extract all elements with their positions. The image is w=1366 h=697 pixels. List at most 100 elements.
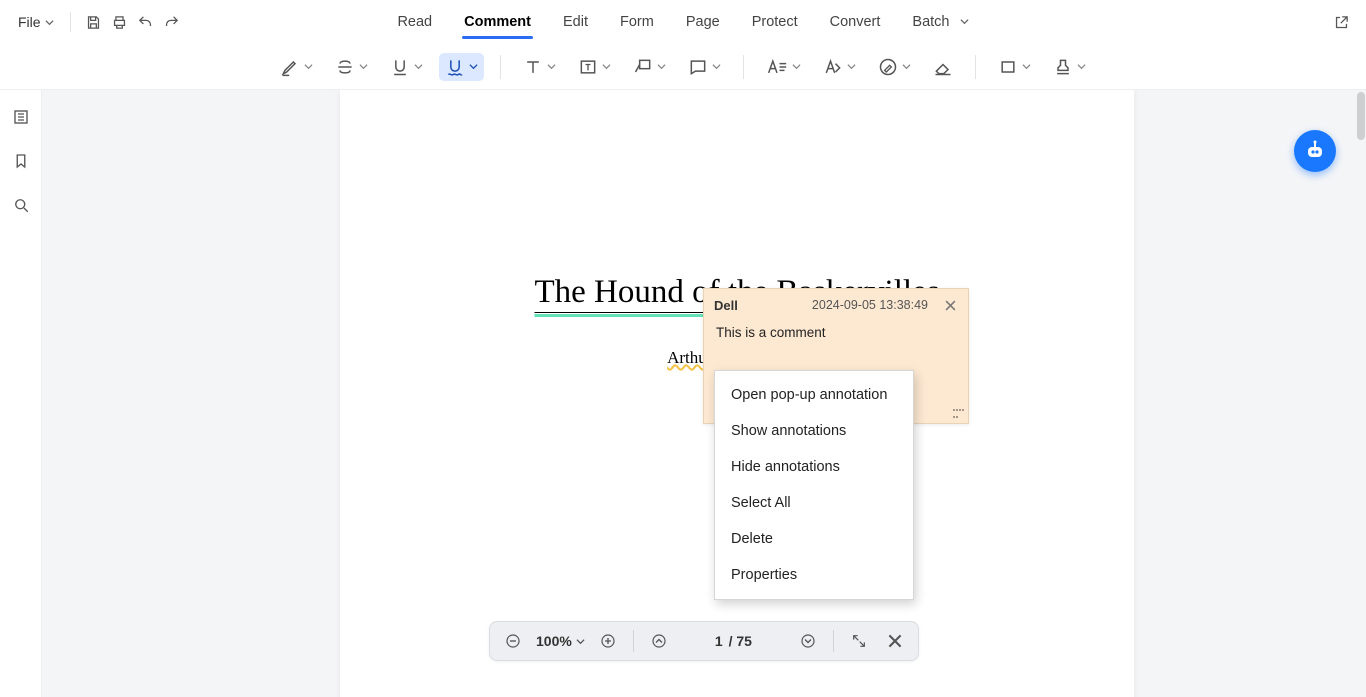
document-page: The Hound of the Baskervilles Arthur Con… (340, 90, 1134, 697)
ctx-hide-annotations[interactable]: Hide annotations (715, 449, 913, 485)
document-area[interactable]: The Hound of the Baskervilles Arthur Con… (42, 90, 1366, 697)
comment-toolbar (0, 44, 1366, 90)
print-icon (111, 14, 128, 31)
separator (833, 630, 834, 652)
separator (743, 55, 744, 79)
next-page-button[interactable] (795, 628, 821, 654)
chevron-down-icon (847, 62, 856, 71)
chevron-down-icon (1022, 62, 1031, 71)
ctx-item-label: Show annotations (731, 423, 846, 439)
insert-text-tool[interactable] (760, 53, 807, 81)
page-indicator[interactable]: 1 / 75 (715, 633, 752, 649)
rectangle-icon (998, 57, 1018, 77)
strikethrough-tool[interactable] (329, 53, 374, 81)
textbox-tool[interactable] (572, 53, 617, 81)
replace-text-tool[interactable] (817, 53, 862, 81)
close-icon (888, 634, 902, 648)
view-bottom-bar: 100% 1 / 75 (489, 621, 919, 661)
search-panel-button[interactable] (8, 192, 34, 218)
ctx-delete[interactable]: Delete (715, 521, 913, 557)
insert-text-icon (766, 57, 788, 77)
tab-label: Read (397, 14, 432, 30)
zoom-level[interactable]: 100% (536, 633, 585, 649)
open-new-window-button[interactable] (1328, 9, 1354, 35)
tab-label: Protect (752, 14, 798, 30)
comment-close-button[interactable] (942, 297, 958, 313)
highlight-tool[interactable] (274, 53, 319, 81)
ctx-properties[interactable]: Properties (715, 557, 913, 593)
sticky-note-icon (688, 57, 708, 77)
thumbnails-panel-button[interactable] (8, 104, 34, 130)
separator (500, 55, 501, 79)
chevron-down-icon (712, 62, 721, 71)
bookmark-panel-button[interactable] (8, 148, 34, 174)
ctx-item-label: Delete (731, 531, 773, 547)
tab-label: Comment (464, 14, 531, 30)
tab-comment[interactable]: Comment (462, 8, 533, 36)
chevron-down-icon (414, 62, 423, 71)
redo-icon (163, 14, 180, 31)
redo-button[interactable] (159, 9, 185, 35)
wavy-underline-tool[interactable] (439, 53, 484, 81)
underline-tool[interactable] (384, 53, 429, 81)
fullscreen-icon (851, 633, 867, 649)
chevron-down-circle-icon (799, 632, 817, 650)
ctx-item-label: Open pop-up annotation (731, 387, 887, 403)
eraser-tool[interactable] (927, 53, 959, 81)
close-icon (945, 300, 956, 311)
text-tool[interactable] (517, 53, 562, 81)
pencil-tool[interactable] (872, 53, 917, 81)
prev-page-button[interactable] (646, 628, 672, 654)
close-bar-button[interactable] (882, 628, 908, 654)
print-button[interactable] (107, 9, 133, 35)
comment-timestamp: 2024-09-05 13:38:49 (812, 298, 928, 312)
save-button[interactable] (81, 9, 107, 35)
ai-assistant-button[interactable] (1294, 130, 1336, 172)
chevron-down-icon (792, 62, 801, 71)
tab-label: Page (686, 14, 720, 30)
undo-icon (137, 14, 154, 31)
zoom-in-icon (599, 632, 617, 650)
note-tool[interactable] (682, 53, 727, 81)
ctx-open-popup[interactable]: Open pop-up annotation (715, 377, 913, 413)
tab-convert[interactable]: Convert (828, 8, 883, 36)
wavy-underline-icon (445, 57, 465, 77)
stamp-tool[interactable] (1047, 53, 1092, 81)
tab-read[interactable]: Read (395, 8, 434, 36)
callout-tool[interactable] (627, 53, 672, 81)
tab-batch[interactable]: Batch (910, 8, 970, 36)
shape-tool[interactable] (992, 53, 1037, 81)
chevron-down-icon (469, 62, 478, 71)
chevron-up-circle-icon (650, 632, 668, 650)
popout-icon (1333, 14, 1350, 31)
chevron-down-icon (657, 62, 666, 71)
zoom-out-button[interactable] (500, 628, 526, 654)
chevron-down-icon (576, 637, 585, 646)
tab-form[interactable]: Form (618, 8, 656, 36)
tab-label: Batch (912, 14, 949, 30)
zoom-in-button[interactable] (595, 628, 621, 654)
textbox-icon (578, 57, 598, 77)
tab-edit[interactable]: Edit (561, 8, 590, 36)
chevron-down-icon (960, 17, 969, 26)
comment-header: Dell 2024-09-05 13:38:49 (704, 289, 968, 321)
vertical-scrollbar[interactable] (1357, 92, 1365, 140)
separator (70, 12, 71, 32)
separator (633, 630, 634, 652)
comment-body[interactable]: This is a comment (704, 321, 968, 350)
ctx-select-all[interactable]: Select All (715, 485, 913, 521)
ctx-show-annotations[interactable]: Show annotations (715, 413, 913, 449)
tab-protect[interactable]: Protect (750, 8, 800, 36)
tab-label: Convert (830, 14, 881, 30)
replace-text-icon (823, 57, 843, 77)
chevron-down-icon (547, 62, 556, 71)
chevron-down-icon (1077, 62, 1086, 71)
app-root: File Read Comment Edit (0, 0, 1366, 697)
undo-button[interactable] (133, 9, 159, 35)
file-menu[interactable]: File (12, 10, 60, 34)
left-rail (0, 90, 42, 697)
resize-grip[interactable] (953, 409, 965, 421)
fullscreen-button[interactable] (846, 628, 872, 654)
tab-page[interactable]: Page (684, 8, 722, 36)
separator (975, 55, 976, 79)
